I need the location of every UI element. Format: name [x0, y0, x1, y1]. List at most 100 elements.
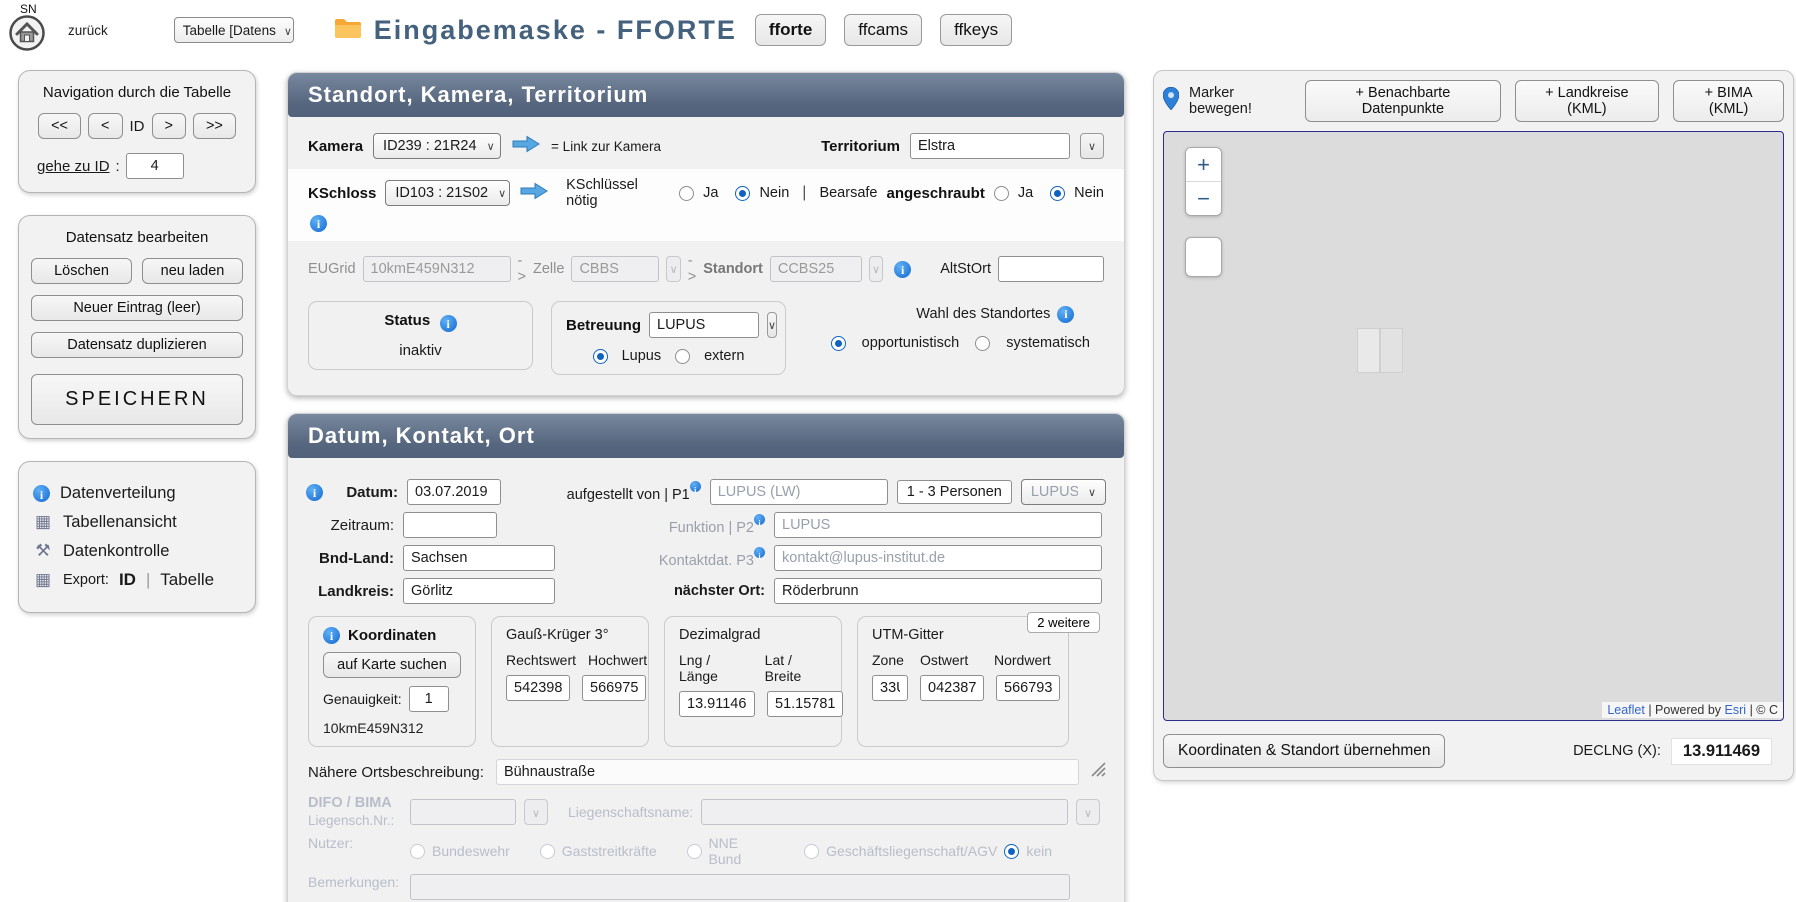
- app-button-fforte[interactable]: fforte: [755, 14, 826, 46]
- first-record-button[interactable]: <<: [38, 113, 81, 139]
- kschloss-label: KSchloss: [308, 185, 376, 202]
- info-icon[interactable]: [1057, 306, 1074, 323]
- zeitraum-input[interactable]: [403, 512, 497, 538]
- nutzer-kein-radio: [1004, 844, 1019, 859]
- resize-handle-icon[interactable]: [1091, 762, 1106, 782]
- leaflet-link[interactable]: Leaflet: [1607, 703, 1645, 717]
- app-button-ffkeys[interactable]: ffkeys: [940, 14, 1012, 46]
- table-select[interactable]: Tabelle [Datens: [174, 17, 294, 43]
- grid-reference: 10kmE459N312: [323, 720, 461, 736]
- link-tabellenansicht[interactable]: ▦ Tabellenansicht: [33, 512, 241, 532]
- map-canvas[interactable]: + − Leaflet | Powered by Esri | © C: [1163, 131, 1784, 721]
- weitere-button[interactable]: 2 weitere: [1027, 612, 1100, 633]
- zoom-out-button[interactable]: −: [1186, 182, 1221, 215]
- landkreis-input[interactable]: [403, 578, 555, 604]
- kamera-select[interactable]: ID239 : 21R24: [373, 133, 501, 159]
- ortsbeschreibung-input[interactable]: [496, 759, 1079, 785]
- map-layer-button[interactable]: [1185, 237, 1222, 277]
- bima-kml-button[interactable]: + BIMA (KML): [1673, 80, 1784, 122]
- altstort-input[interactable]: [998, 256, 1104, 282]
- duplicate-button[interactable]: Datensatz duplizieren: [31, 332, 243, 358]
- info-icon[interactable]: [323, 627, 340, 644]
- genauigkeit-input[interactable]: [409, 686, 449, 712]
- export-id-link[interactable]: ID: [119, 570, 136, 590]
- last-record-button[interactable]: >>: [193, 113, 236, 139]
- apply-coordinates-button[interactable]: Koordinaten & Standort übernehmen: [1163, 734, 1445, 768]
- declng-label: DECLNG (X):: [1573, 743, 1661, 759]
- info-icon[interactable]: [754, 547, 765, 558]
- lng-input[interactable]: [679, 691, 755, 717]
- info-icon[interactable]: [306, 484, 323, 501]
- nordwert-input[interactable]: [996, 675, 1060, 701]
- bemerkungen-input: [410, 874, 1070, 900]
- karte-suchen-button[interactable]: auf Karte suchen: [323, 652, 461, 678]
- liegensch-nr-input: [410, 799, 516, 825]
- wahl-opportunistisch-radio[interactable]: [831, 336, 846, 351]
- table-select-value: Tabelle [Datens: [183, 23, 276, 38]
- esri-link[interactable]: Esri: [1725, 703, 1747, 717]
- info-icon[interactable]: [690, 481, 701, 492]
- p1-input[interactable]: [710, 479, 888, 505]
- delete-button[interactable]: Löschen: [31, 258, 132, 284]
- link-datenverteilung[interactable]: Datenverteilung: [33, 484, 241, 503]
- utm-col1: Zone: [872, 652, 908, 668]
- p1-label: aufgestellt von | P1: [565, 481, 700, 503]
- nutzer-geschaeftsliegenschaft-label: Geschäftsliegenschaft/AGV: [826, 843, 997, 859]
- p3-input[interactable]: [774, 545, 1102, 571]
- goto-id-link[interactable]: gehe zu ID: [37, 158, 110, 175]
- map-tile: [1357, 328, 1380, 373]
- lat-input[interactable]: [767, 691, 843, 717]
- bearsafe-nein-radio[interactable]: [1050, 186, 1065, 201]
- bndland-label: Bnd-Land:: [306, 550, 394, 567]
- kschloss-select[interactable]: ID103 : 21S02: [385, 180, 510, 206]
- territorium-dropdown-button[interactable]: [1080, 133, 1104, 159]
- ostwert-input[interactable]: [920, 675, 984, 701]
- camera-link-arrow-icon[interactable]: [511, 135, 541, 158]
- next-record-button[interactable]: >: [152, 113, 186, 139]
- home-icon[interactable]: [8, 14, 46, 57]
- prev-record-button[interactable]: <: [88, 113, 122, 139]
- info-icon[interactable]: [754, 514, 765, 525]
- export-table-link[interactable]: Tabelle: [160, 570, 214, 590]
- info-icon[interactable]: [894, 261, 911, 278]
- zone-input[interactable]: [872, 675, 908, 701]
- betreuung-dropdown-button[interactable]: [767, 312, 777, 338]
- table-icon: ▦: [33, 570, 53, 590]
- kschluessel-nein-radio[interactable]: [735, 186, 750, 201]
- datum-input[interactable]: [407, 479, 501, 505]
- p2-input[interactable]: [774, 512, 1102, 538]
- info-icon[interactable]: [440, 315, 457, 332]
- kschloss-link-arrow-icon[interactable]: [519, 182, 549, 205]
- wahl-standort-box: Wahl des Standortes opportunistisch syst…: [831, 301, 1090, 351]
- kschluessel-nein-label: Nein: [759, 185, 789, 201]
- personen-box[interactable]: 1 - 3 Personen: [897, 480, 1012, 504]
- save-button[interactable]: SPEICHERN: [31, 374, 243, 425]
- p1-select[interactable]: LUPUS (LW: [1021, 479, 1106, 505]
- kamera-link-hint: = Link zur Kamera: [551, 139, 661, 154]
- zoom-in-button[interactable]: +: [1186, 148, 1221, 181]
- wahl-systematisch-radio[interactable]: [975, 336, 990, 351]
- status-box: Status inaktiv: [308, 301, 533, 370]
- utm-box: UTM-Gitter Zone Ostwert Nordwert: [857, 616, 1069, 747]
- link-datenkontrolle[interactable]: ⚒ Datenkontrolle: [33, 541, 241, 561]
- betreuung-extern-radio[interactable]: [675, 349, 690, 364]
- rechtswert-input[interactable]: [506, 675, 570, 701]
- hochwert-input[interactable]: [582, 675, 646, 701]
- p3-label: Kontaktdat. P3: [607, 547, 765, 569]
- bearsafe-ja-radio[interactable]: [994, 186, 1009, 201]
- info-icon[interactable]: [310, 215, 327, 232]
- datenpunkte-button[interactable]: + Benachbarte Datenpunkte: [1305, 80, 1500, 122]
- betreuung-lupus-radio[interactable]: [593, 349, 608, 364]
- betreuung-input[interactable]: [649, 312, 759, 338]
- kschluessel-ja-radio[interactable]: [679, 186, 694, 201]
- reload-button[interactable]: neu laden: [142, 258, 243, 284]
- goto-id-colon: :: [116, 158, 120, 175]
- bndland-input[interactable]: [403, 545, 555, 571]
- new-entry-button[interactable]: Neuer Eintrag (leer): [31, 295, 243, 321]
- territorium-input[interactable]: [910, 133, 1070, 159]
- goto-id-input[interactable]: [126, 153, 184, 179]
- app-button-ffcams[interactable]: ffcams: [844, 14, 922, 46]
- naechster-ort-input[interactable]: [774, 578, 1102, 604]
- landkreise-kml-button[interactable]: + Landkreise (KML): [1515, 80, 1660, 122]
- back-link[interactable]: zurück: [68, 23, 108, 38]
